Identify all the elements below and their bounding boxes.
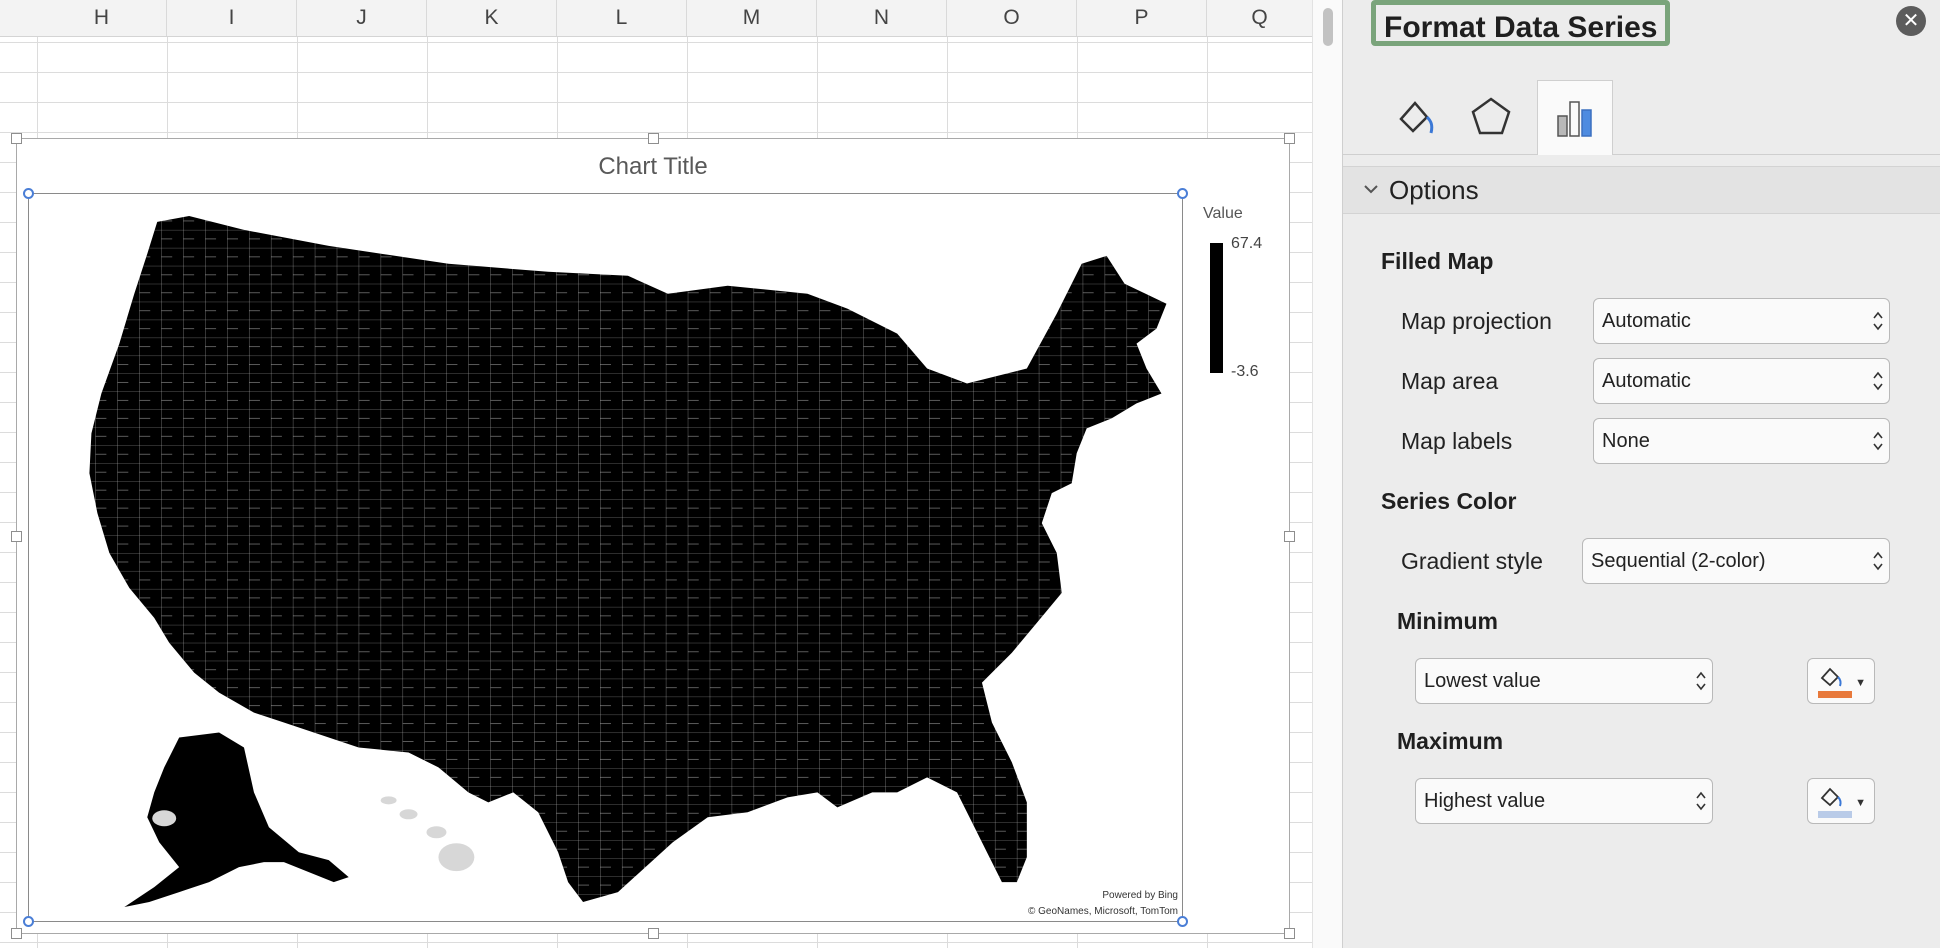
filled-map-chart[interactable]: Chart Title Powered by Bing © GeoNames, … [11,133,1295,939]
alaska-lake [152,810,177,827]
legend-min-value: -3.6 [1231,363,1259,380]
map-labels-value: None [1602,430,1650,452]
plot-area[interactable]: Powered by Bing © GeoNames, Microsoft, T… [23,188,1188,927]
close-icon: ✕ [1902,10,1920,32]
minimum-color-picker[interactable]: ▼ [1807,658,1875,704]
minimum-value-select[interactable]: Lowest value [1415,658,1713,704]
bing-attribution: Powered by Bing [1102,890,1178,901]
series-color-heading: Series Color [1381,488,1517,514]
map-projection-select[interactable]: Automatic [1593,298,1890,344]
chart-resize-handle[interactable] [1284,928,1295,939]
us-county-map[interactable] [29,194,1182,921]
vertical-scrollbar[interactable] [1312,0,1343,948]
map-area-value: Automatic [1602,370,1691,392]
stepper-arrows-icon [1696,671,1706,691]
spreadsheet-grid[interactable]: H I J K L M N O P Q Chart Title Powered … [0,0,1312,948]
pentagon-icon [1471,97,1511,135]
column-header-n[interactable]: N [817,0,947,36]
stepper-arrows-icon [1873,371,1883,391]
minimum-value: Lowest value [1424,670,1541,692]
map-area-select[interactable]: Automatic [1593,358,1890,404]
legend-gradient-bar [1210,243,1223,373]
format-data-series-pane: Format Data Series ✕ Options Filled Map … [1342,0,1940,948]
tab-fill-line[interactable] [1377,80,1453,154]
bar-chart-icon [1557,101,1592,137]
options-section-header[interactable]: Options [1343,166,1940,214]
maximum-color-picker[interactable]: ▼ [1807,778,1875,824]
pane-tabs [1343,80,1940,155]
stepper-arrows-icon [1873,551,1883,571]
gradient-style-select[interactable]: Sequential (2-color) [1582,538,1890,584]
hawaii-shape [380,796,475,872]
maximum-value-select[interactable]: Highest value [1415,778,1713,824]
legend-max-value: 67.4 [1231,235,1263,252]
map-projection-label: Map projection [1401,308,1552,334]
tab-series-options[interactable] [1537,80,1613,155]
maximum-value: Highest value [1424,790,1546,812]
minimum-color-swatch [1818,691,1852,698]
chart-resize-handle[interactable] [11,928,22,939]
map-projection-value: Automatic [1602,310,1691,332]
chart-resize-handle[interactable] [11,133,22,144]
column-header-q[interactable]: Q [1207,0,1312,36]
gradient-style-value: Sequential (2-color) [1591,550,1766,572]
column-header-l[interactable]: L [557,0,687,36]
stepper-arrows-icon [1873,311,1883,331]
paint-bucket-icon [1399,101,1434,134]
column-header-i[interactable]: I [167,0,297,36]
chart-resize-handle[interactable] [648,133,659,144]
dropdown-caret-icon: ▼ [1855,677,1866,689]
map-area-label: Map area [1401,368,1499,394]
column-header-h[interactable]: H [37,0,167,36]
pane-title: Format Data Series [1371,0,1671,46]
maximum-color-swatch [1818,811,1852,818]
chart-resize-handle[interactable] [648,928,659,939]
map-labels-label: Map labels [1401,428,1513,454]
chart-resize-handle[interactable] [1284,133,1295,144]
tab-effects[interactable] [1453,80,1529,154]
copyright-attribution: © GeoNames, Microsoft, TomTom [1028,906,1178,917]
maximum-heading: Maximum [1397,728,1504,754]
stepper-arrows-icon [1696,791,1706,811]
legend-title[interactable]: Value [1203,205,1243,223]
paint-bucket-icon [1820,787,1842,807]
column-header-p[interactable]: P [1077,0,1207,36]
chart-resize-handle[interactable] [1284,531,1295,542]
chevron-down-icon [1364,185,1378,194]
minimum-heading: Minimum [1397,608,1498,634]
scrollbar-thumb[interactable] [1323,8,1333,46]
stepper-arrows-icon [1873,431,1883,451]
chart-resize-handle[interactable] [11,531,22,542]
gradient-style-label: Gradient style [1401,548,1543,574]
dropdown-caret-icon: ▼ [1855,797,1866,809]
column-header-o[interactable]: O [947,0,1077,36]
filled-map-heading: Filled Map [1381,248,1494,274]
column-header-j[interactable]: J [297,0,427,36]
column-header-k[interactable]: K [427,0,557,36]
options-label: Options [1389,175,1479,205]
column-header-row: H I J K L M N O P Q [0,0,1312,37]
close-pane-button[interactable]: ✕ [1896,6,1926,36]
map-labels-select[interactable]: None [1593,418,1890,464]
chart-title[interactable]: Chart Title [17,153,1289,181]
column-header-m[interactable]: M [687,0,817,36]
paint-bucket-icon [1820,667,1842,687]
